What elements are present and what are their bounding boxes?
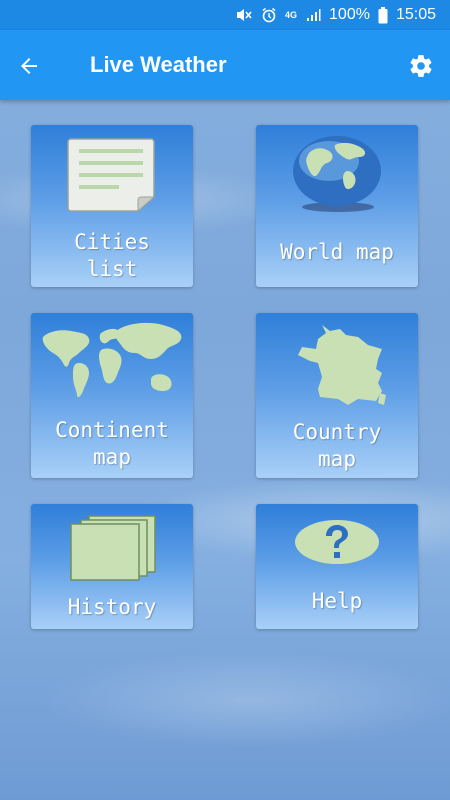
network-label: 4G	[285, 9, 298, 20]
tile-label: Cities list	[74, 230, 150, 281]
world-map-icon	[42, 322, 182, 398]
question-bubble-icon	[295, 520, 379, 564]
tile-label: Help	[311, 589, 363, 613]
arrow-left-icon	[21, 58, 37, 74]
globe-icon	[293, 136, 381, 212]
document-icon	[67, 138, 156, 213]
back-button[interactable]	[14, 51, 44, 81]
help-tile[interactable]: Help	[256, 504, 418, 629]
status-bar: 4G 100% 15:05	[0, 0, 450, 30]
cities-list-tile[interactable]: Cities list	[31, 125, 193, 287]
country-map-tile[interactable]: Country map	[256, 313, 418, 478]
tile-label: World map	[280, 240, 394, 264]
clock: 15:05	[395, 6, 436, 23]
network-type: 4G	[285, 9, 298, 20]
world-map-tile[interactable]: World map	[256, 125, 418, 287]
continent-map-tile[interactable]: Continent map	[31, 313, 193, 478]
tile-label: Continent map	[55, 418, 169, 469]
stacked-cards-icon	[70, 515, 156, 581]
alarm-icon	[261, 7, 277, 23]
battery-icon	[378, 6, 388, 24]
battery-level: 100%	[329, 6, 370, 23]
gear-icon	[410, 55, 432, 77]
france-map-icon	[298, 325, 386, 405]
signal-icon	[305, 7, 321, 23]
settings-button[interactable]	[406, 51, 436, 81]
mute-icon	[235, 7, 253, 23]
tile-label: History	[67, 595, 157, 619]
history-tile[interactable]: History	[31, 504, 193, 629]
tile-label: Country map	[292, 420, 382, 471]
app-title: Live Weather	[90, 52, 227, 77]
app-bar: Live Weather	[0, 30, 450, 100]
